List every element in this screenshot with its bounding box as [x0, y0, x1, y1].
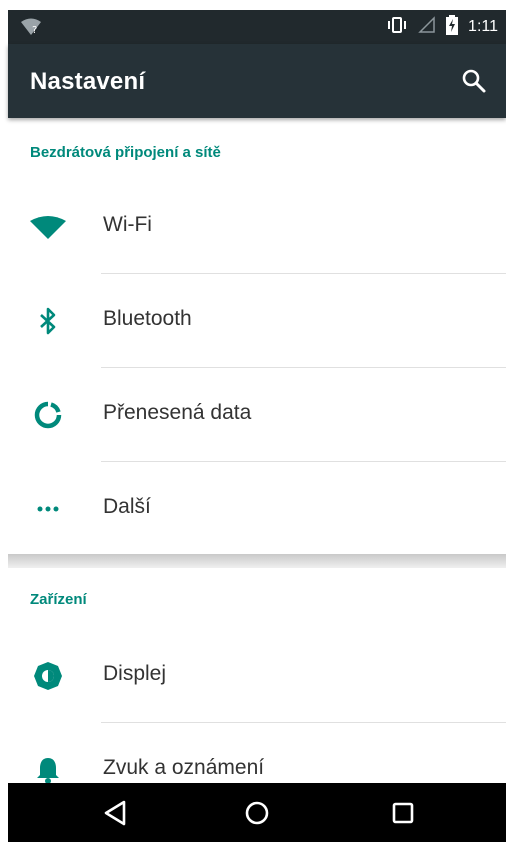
wifi-question-icon: ? — [20, 17, 42, 42]
data-usage-icon — [28, 397, 68, 433]
status-bar: ? 1:11 — [8, 10, 506, 44]
home-icon[interactable] — [241, 797, 273, 829]
divider — [101, 273, 506, 274]
status-time: 1:11 — [468, 18, 498, 35]
bell-icon — [28, 752, 68, 783]
navigation-bar — [8, 783, 506, 842]
divider — [101, 367, 506, 368]
settings-item-bluetooth[interactable]: Bluetooth — [8, 275, 506, 369]
settings-item-sound[interactable]: Zvuk a oznámení — [8, 724, 506, 783]
svg-text:?: ? — [32, 25, 37, 36]
bluetooth-icon — [28, 303, 68, 339]
page-title: Nastavení — [30, 68, 146, 95]
divider — [101, 461, 506, 462]
brightness-icon — [28, 658, 68, 694]
wifi-icon — [28, 209, 68, 245]
battery-charging-icon — [446, 14, 459, 40]
vibrate-icon — [386, 16, 408, 39]
signal-icon — [418, 15, 436, 39]
settings-item-label: Wi-Fi — [103, 213, 152, 236]
back-icon[interactable] — [100, 797, 132, 829]
settings-item-wifi[interactable]: Wi-Fi — [8, 181, 506, 275]
settings-item-label: Zvuk a oznámení — [103, 756, 265, 779]
settings-item-more[interactable]: Další — [8, 463, 506, 557]
recents-icon[interactable] — [387, 797, 419, 829]
section-header-device: Zařízení — [30, 591, 87, 608]
section-header-wireless: Bezdrátová připojení a sítě — [30, 144, 221, 161]
settings-item-label: Bluetooth — [103, 307, 192, 330]
settings-list: Bezdrátová připojení a sítě Wi-Fi Blueto… — [8, 118, 506, 783]
app-toolbar: Nastavení — [8, 44, 506, 118]
more-dots-icon — [28, 491, 68, 527]
settings-item-data-usage[interactable]: Přenesená data — [8, 369, 506, 463]
section-separator — [8, 554, 506, 568]
search-icon[interactable] — [460, 67, 488, 95]
divider — [101, 722, 506, 723]
settings-item-label: Přenesená data — [103, 401, 252, 424]
settings-item-display[interactable]: Displej — [8, 630, 506, 724]
settings-item-label: Displej — [103, 662, 167, 685]
settings-item-label: Další — [103, 495, 151, 518]
